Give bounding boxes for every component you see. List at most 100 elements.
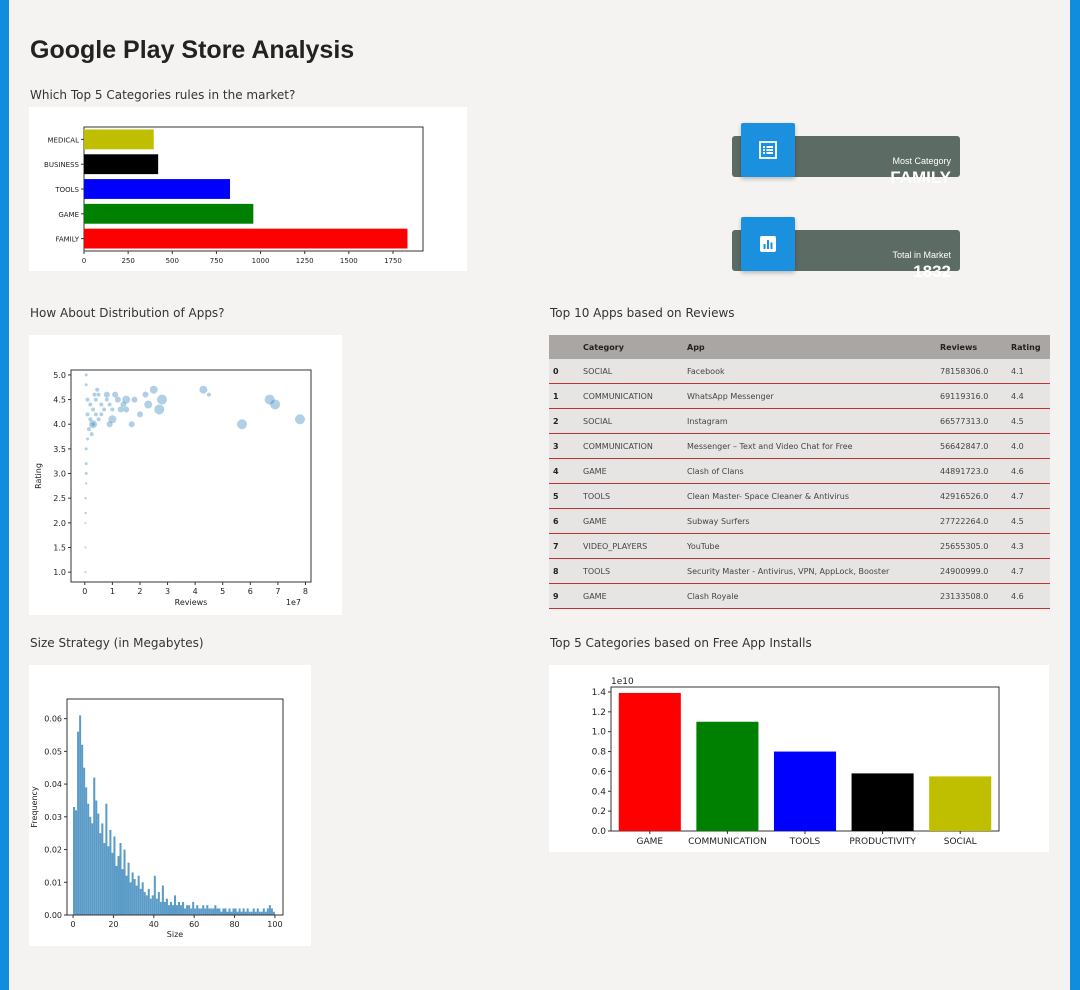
data-point: [84, 472, 88, 476]
data-point: [103, 391, 110, 398]
data-point: [84, 571, 87, 574]
row-index: 7: [549, 533, 579, 559]
histogram-bar: [149, 898, 152, 915]
size-chart-panel: 0 20 40 60 80 100 0.00 0.01 0.02 0.03 0.04 0.05 0.06…: [29, 665, 311, 946]
tick-label: 1.5: [53, 543, 66, 552]
row-index: 5: [549, 483, 579, 509]
histogram-bar: [161, 885, 164, 915]
histogram-bar: [115, 865, 118, 915]
tick-label: 1.4: [592, 688, 607, 698]
bar: [618, 692, 681, 831]
tick-label: 0.01: [44, 878, 62, 887]
kpi-most-category: Most Category FAMILY: [732, 123, 960, 187]
data-point: [93, 397, 98, 402]
tick-label: 1000: [252, 257, 270, 265]
column-header-category: Category: [579, 335, 683, 359]
histogram-bar: [133, 879, 136, 915]
row-reviews: 42916526.0: [936, 483, 1007, 509]
distribution-chart-panel: 0 1 2 3 4 5 6 7 8 1.0 1.5 2.0 2.5 3.0 3.5 4.0 4.5 5.0 Revi…: [29, 335, 342, 615]
data-point: [84, 462, 88, 466]
tick-label: BUSINESS: [44, 161, 80, 169]
histogram-bar: [131, 872, 134, 915]
histogram-bar: [75, 810, 78, 915]
histogram-bar: [204, 908, 207, 915]
tick-label: 1250: [296, 257, 314, 265]
histogram-bar: [91, 823, 94, 915]
row-category: TOOLS: [579, 483, 683, 509]
histogram-bar: [109, 829, 112, 915]
histogram-bar: [93, 777, 96, 915]
tick-label: 0.6: [592, 767, 607, 777]
histogram-bar: [139, 888, 142, 915]
tick-label: 0.4: [592, 787, 607, 797]
row-app: Subway Surfers: [683, 508, 936, 534]
data-point: [128, 421, 135, 428]
section-title-distribution: How About Distribution of Apps?: [30, 306, 225, 320]
data-point: [93, 412, 98, 417]
bar: [84, 154, 159, 175]
histogram-bar: [73, 807, 76, 915]
row-app: WhatsApp Messenger: [683, 383, 936, 409]
tick-label: 3: [165, 587, 170, 596]
histogram-bar: [238, 908, 241, 915]
row-category: GAME: [579, 508, 683, 534]
tick-label: 40: [149, 920, 159, 929]
histogram-bar: [270, 908, 273, 915]
row-index: 9: [549, 583, 579, 609]
histogram-bar: [252, 908, 255, 915]
data-point: [237, 419, 248, 430]
tick-label: 2.5: [53, 494, 66, 503]
histogram-bar: [208, 908, 211, 915]
data-point: [123, 406, 130, 413]
row-category: GAME: [579, 458, 683, 484]
row-reviews: 24900999.0: [936, 558, 1007, 584]
histogram-bar: [262, 908, 265, 915]
tick-label: 60: [189, 920, 199, 929]
histogram-bar: [176, 905, 179, 915]
tick-label: 80: [229, 920, 239, 929]
histogram-bar: [159, 901, 162, 915]
row-app: YouTube: [683, 533, 936, 559]
row-rating: 4.7: [1007, 558, 1050, 584]
top-reviews-table: Category App Reviews Rating 0 SOCIAL Fac…: [549, 335, 1050, 609]
histogram-bar: [232, 908, 235, 915]
tick-label: GAME: [637, 837, 664, 847]
row-category: COMMUNICATION: [579, 383, 683, 409]
histogram-bar: [167, 905, 170, 915]
histogram-bar: [190, 908, 193, 915]
tick-label: 1500: [340, 257, 358, 265]
histogram-bar: [194, 908, 197, 915]
tick-label: 0.2: [592, 807, 606, 817]
bar: [696, 721, 759, 831]
tick-label: TOOLS: [54, 186, 79, 194]
data-point: [142, 391, 149, 398]
histogram-bar: [180, 905, 183, 915]
row-reviews: 56642847.0: [936, 433, 1007, 459]
row-rating: 4.0: [1007, 433, 1050, 459]
histogram-bar: [228, 908, 231, 915]
left-edge-bar: [0, 0, 9, 990]
section-title-free-installs: Top 5 Categories based on Free App Insta…: [550, 636, 812, 650]
row-index: 8: [549, 558, 579, 584]
tick-label: PRODUCTIVITY: [849, 837, 916, 847]
histogram-bar: [155, 898, 158, 915]
histogram-bar: [242, 908, 245, 915]
histogram-bar: [210, 908, 213, 915]
tick-label: 0.05: [44, 747, 62, 756]
y-axis-label: Frequency: [30, 786, 39, 828]
histogram-bar: [214, 905, 217, 915]
data-point: [131, 396, 138, 403]
histogram-bar: [79, 715, 82, 915]
histogram-bar: [157, 892, 160, 915]
histogram-bar: [107, 846, 110, 915]
data-point: [96, 417, 101, 422]
table-row: 2 SOCIAL Instagram 66577313.0 4.5: [549, 408, 1050, 434]
row-reviews: 66577313.0: [936, 408, 1007, 434]
data-point: [92, 392, 97, 397]
histogram-bar: [85, 787, 88, 915]
data-point: [154, 404, 165, 415]
row-rating: 4.1: [1007, 359, 1050, 384]
row-app: Instagram: [683, 408, 936, 434]
data-point: [136, 411, 143, 418]
histogram-bar: [184, 908, 187, 915]
